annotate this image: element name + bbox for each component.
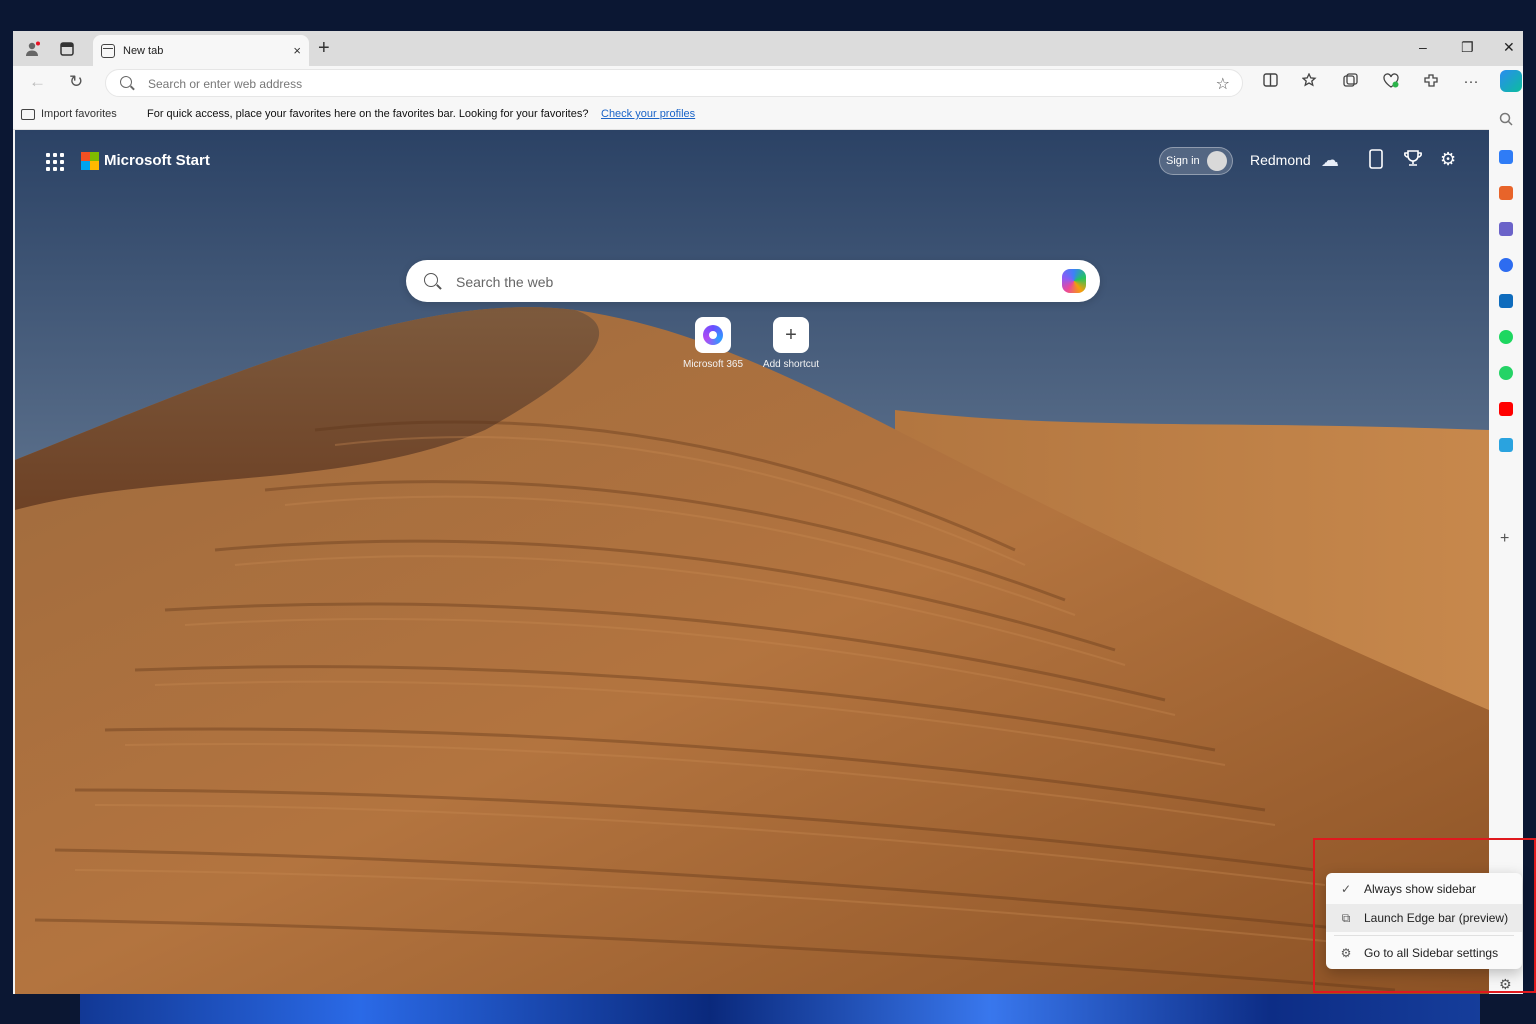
- profile-icon[interactable]: [23, 39, 43, 59]
- microsoft-365-icon: [703, 325, 723, 345]
- tab-new-tab[interactable]: New tab ×: [93, 35, 309, 66]
- menu-item-label: Always show sidebar: [1364, 882, 1477, 896]
- shortcut-label: Microsoft 365: [682, 359, 744, 370]
- microsoft-logo-icon: [81, 152, 99, 170]
- phone-icon[interactable]: [1369, 149, 1383, 174]
- search-icon: [120, 76, 132, 88]
- web-search-box[interactable]: Search the web: [406, 260, 1100, 302]
- menu-divider: [1334, 935, 1514, 936]
- tab-strip: New tab × + – ❐ ✕: [13, 31, 1523, 66]
- sign-in-label: Sign in: [1166, 155, 1200, 167]
- sign-in-button[interactable]: Sign in: [1159, 147, 1233, 175]
- add-sidebar-app-button[interactable]: +: [1500, 530, 1509, 548]
- youtube-icon[interactable]: [1499, 402, 1513, 416]
- web-search-placeholder: Search the web: [456, 274, 554, 290]
- add-shortcut-tile: +: [773, 317, 809, 353]
- favorites-bar-message: For quick access, place your favorites h…: [147, 108, 589, 120]
- tag-icon[interactable]: [1499, 150, 1513, 164]
- back-button[interactable]: ←: [29, 72, 46, 92]
- workspaces-icon[interactable]: [57, 39, 77, 59]
- external-launch-icon: ⧉: [1341, 910, 1351, 925]
- apps-grid-icon[interactable]: [46, 153, 64, 171]
- plus-icon: +: [785, 323, 797, 346]
- favorite-star-icon[interactable]: ☆: [1216, 74, 1230, 94]
- import-favorites-label: Import favorites: [41, 108, 117, 120]
- m365-icon[interactable]: [1499, 258, 1513, 272]
- toolbar: ← ↻ Search or enter web address ☆ ···: [13, 66, 1523, 100]
- microsoft-365-tile: [695, 317, 731, 353]
- menu-item-label: Go to all Sidebar settings: [1364, 946, 1499, 960]
- gear-icon: ⚙: [1340, 946, 1352, 960]
- restore-button[interactable]: ❐: [1461, 39, 1474, 56]
- spotify-icon[interactable]: [1499, 330, 1513, 344]
- more-icon[interactable]: ···: [1461, 73, 1481, 90]
- shortcut-microsoft-365[interactable]: Microsoft 365: [673, 317, 753, 370]
- address-placeholder: Search or enter web address: [148, 77, 303, 91]
- collections-icon[interactable]: [1341, 73, 1361, 92]
- browser-essentials-icon[interactable]: [1381, 73, 1401, 92]
- menu-item-always-show-sidebar[interactable]: ✓ Always show sidebar: [1326, 875, 1522, 903]
- favorites-icon[interactable]: [1300, 72, 1320, 92]
- sidebar-context-menu: ✓ Always show sidebar ⧉ Launch Edge bar …: [1326, 873, 1522, 969]
- checkmark-icon: ✓: [1340, 882, 1352, 896]
- copilot-icon[interactable]: [1062, 269, 1086, 293]
- shortcut-label: Add shortcut: [762, 359, 820, 370]
- import-icon: [21, 108, 35, 120]
- favorites-bar: Import favorites For quick access, place…: [13, 100, 1523, 130]
- briefcase-icon[interactable]: [1499, 186, 1513, 200]
- settings-gear-icon[interactable]: ⚙: [1440, 149, 1456, 170]
- check-profiles-link[interactable]: Check your profiles: [601, 108, 695, 120]
- weather-location[interactable]: Redmond: [1250, 152, 1311, 168]
- weather-cloud-icon[interactable]: ☁: [1321, 150, 1339, 171]
- page-icon: [101, 43, 115, 58]
- browser-window: New tab × + – ❐ ✕ ← ↻ Search or enter we…: [13, 31, 1523, 994]
- close-window-button[interactable]: ✕: [1503, 39, 1515, 56]
- avatar: [1207, 151, 1227, 171]
- menu-item-label: Launch Edge bar (preview): [1364, 911, 1509, 925]
- menu-item-launch-edge-bar[interactable]: ⧉ Launch Edge bar (preview): [1326, 904, 1522, 932]
- microsoft-start-title[interactable]: Microsoft Start: [104, 152, 210, 169]
- whatsapp-icon[interactable]: [1499, 366, 1513, 380]
- search-icon[interactable]: [1499, 112, 1513, 126]
- rewards-trophy-icon[interactable]: [1404, 149, 1422, 172]
- search-icon: [424, 273, 438, 287]
- tab-title: New tab: [123, 44, 164, 57]
- minimize-button[interactable]: –: [1419, 39, 1427, 55]
- address-bar[interactable]: Search or enter web address ☆: [105, 69, 1243, 97]
- extensions-icon[interactable]: [1421, 73, 1441, 92]
- people-icon[interactable]: [1499, 222, 1513, 236]
- new-tab-page: Microsoft Start Sign in Redmond ☁ ⚙ Sear…: [15, 130, 1489, 994]
- copilot-icon[interactable]: [1500, 70, 1522, 92]
- tab-close-icon[interactable]: ×: [293, 43, 301, 58]
- new-tab-button[interactable]: +: [318, 37, 330, 60]
- refresh-button[interactable]: ↻: [69, 72, 83, 92]
- shortcut-add[interactable]: + Add shortcut: [751, 317, 831, 370]
- import-favorites-button[interactable]: Import favorites: [21, 108, 117, 120]
- menu-item-sidebar-settings[interactable]: ⚙ Go to all Sidebar settings: [1326, 939, 1522, 967]
- outlook-icon[interactable]: [1499, 294, 1513, 308]
- split-screen-icon[interactable]: [1260, 73, 1280, 91]
- telegram-icon[interactable]: [1499, 438, 1513, 452]
